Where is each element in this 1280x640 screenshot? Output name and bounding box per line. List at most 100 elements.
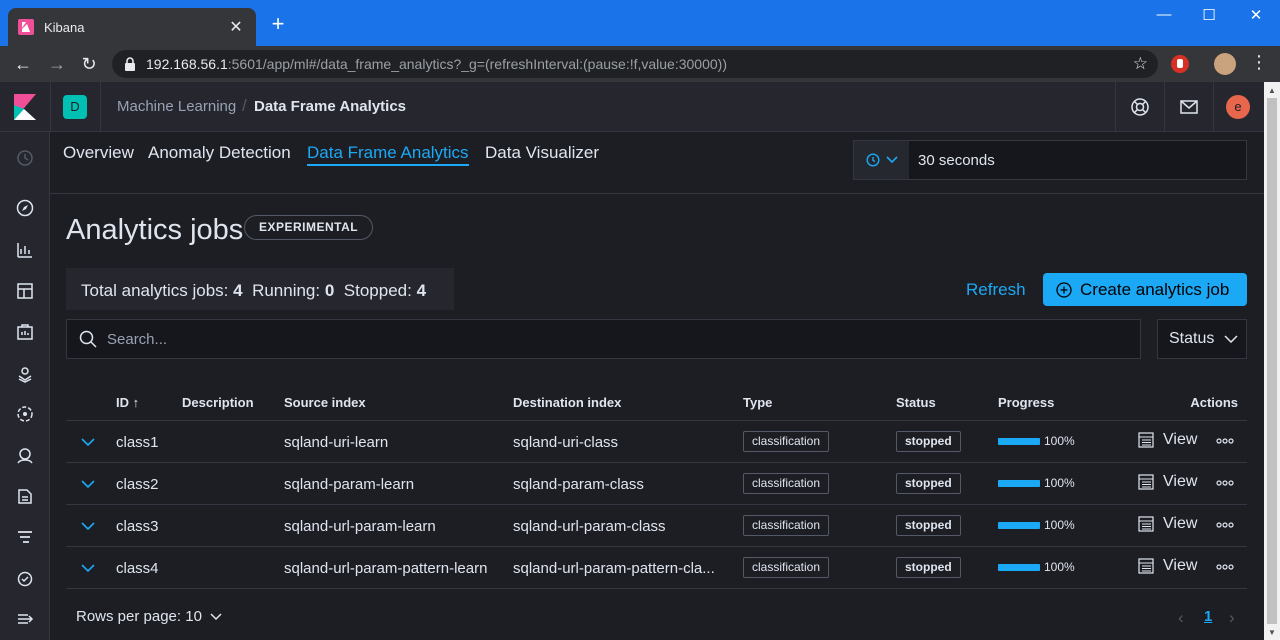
column-header-progress: Progress	[998, 395, 1055, 410]
profile-avatar[interactable]	[1214, 53, 1236, 75]
quick-menu-button[interactable]	[854, 141, 909, 179]
source-index: sqland-url-param-pattern-learn	[284, 560, 488, 577]
browser-tab[interactable]: Kibana ✕	[8, 8, 256, 46]
visualize-icon[interactable]	[15, 240, 35, 260]
search-input[interactable]	[107, 330, 1140, 348]
table-pagination: Rows per page: 10 ‹ 1 ›	[66, 600, 1247, 634]
column-header-status[interactable]: Status	[896, 395, 936, 410]
job-id[interactable]: class1	[116, 434, 159, 451]
view-label: View	[1163, 557, 1198, 574]
status-badge: stopped	[896, 557, 961, 578]
forward-arrow-icon[interactable]: →	[46, 53, 68, 75]
tab-anomaly-detection[interactable]: Anomaly Detection	[148, 143, 291, 163]
view-job-button[interactable]: View	[1138, 473, 1197, 491]
extension-icon[interactable]	[1170, 54, 1190, 74]
dashboard-icon[interactable]	[15, 281, 35, 301]
infrastructure-icon[interactable]	[15, 445, 35, 465]
newsfeed-mail-icon[interactable]	[1179, 97, 1199, 117]
view-job-button[interactable]: View	[1138, 431, 1197, 449]
space-avatar[interactable]: D	[63, 95, 87, 119]
view-job-button[interactable]: View	[1138, 515, 1197, 533]
column-header-description: Description	[182, 395, 254, 410]
destination-index: sqland-url-param-pattern-cla...	[513, 560, 715, 577]
page-scrollbar[interactable]: ▲ ▼	[1264, 82, 1280, 640]
maps-icon[interactable]	[15, 363, 35, 383]
progress-percent: 100%	[1044, 434, 1075, 448]
kibana-favicon-icon	[18, 19, 34, 35]
minimize-button[interactable]: —	[1149, 6, 1179, 23]
expand-row-chevron-icon[interactable]	[80, 434, 96, 450]
new-tab-button[interactable]: +	[266, 12, 290, 36]
user-avatar[interactable]: e	[1226, 95, 1250, 119]
job-id[interactable]: class3	[116, 518, 159, 535]
column-header-destination-index[interactable]: Destination index	[513, 395, 621, 410]
next-page-icon[interactable]: ›	[1229, 608, 1235, 628]
bookmark-star-icon[interactable]: ☆	[1133, 54, 1148, 74]
total-jobs-label: Total analytics jobs:	[81, 281, 229, 300]
tab-close-icon[interactable]: ✕	[226, 17, 246, 37]
source-index: sqland-url-param-learn	[284, 518, 436, 535]
machine-learning-icon[interactable]	[15, 404, 35, 424]
side-nav	[0, 132, 50, 640]
apm-icon[interactable]	[15, 527, 35, 547]
help-icon[interactable]	[1130, 97, 1150, 117]
type-badge: classification	[743, 515, 830, 536]
progress-bar	[998, 438, 1040, 445]
job-id[interactable]: class4	[116, 560, 159, 577]
breadcrumb-separator: /	[242, 96, 247, 115]
recent-clock-icon[interactable]	[15, 148, 35, 168]
view-job-button[interactable]: View	[1138, 557, 1197, 575]
analytics-jobs-table: ID ↑ Description Source index Destinatio…	[66, 384, 1247, 589]
type-badge: classification	[743, 431, 830, 452]
close-window-button[interactable]: ✕	[1241, 6, 1271, 24]
expand-row-chevron-icon[interactable]	[80, 560, 96, 576]
scroll-up-icon[interactable]: ▲	[1268, 86, 1276, 95]
more-actions-icon[interactable]	[1216, 559, 1234, 575]
running-label: Running:	[252, 281, 321, 300]
create-analytics-job-button[interactable]: Create analytics job	[1043, 273, 1247, 306]
destination-index: sqland-uri-class	[513, 434, 619, 451]
back-arrow-icon[interactable]: ←	[12, 53, 34, 75]
refresh-interval-text: 30 seconds	[918, 152, 995, 169]
search-field[interactable]	[66, 319, 1141, 359]
reload-icon[interactable]: ↻	[78, 53, 100, 75]
page-number-1[interactable]: 1	[1204, 608, 1212, 625]
expand-row-chevron-icon[interactable]	[80, 518, 96, 534]
column-header-id[interactable]: ID ↑	[116, 395, 139, 410]
browser-menu-icon[interactable]: ⋮	[1250, 52, 1268, 73]
table-row: class2 sqland-param-learn sqland-param-cla…	[66, 463, 1247, 505]
tab-overview[interactable]: Overview	[63, 143, 134, 163]
clock-icon	[865, 153, 880, 167]
more-actions-icon[interactable]	[1216, 433, 1234, 449]
expand-row-chevron-icon[interactable]	[80, 476, 96, 492]
more-actions-icon[interactable]	[1216, 475, 1234, 491]
status-badge: stopped	[896, 515, 961, 536]
rows-per-page-button[interactable]: Rows per page: 10	[76, 608, 222, 625]
canvas-icon[interactable]	[15, 322, 35, 342]
status-filter-button[interactable]: Status	[1157, 319, 1247, 359]
discover-compass-icon[interactable]	[15, 198, 35, 218]
address-bar[interactable]: 192.168.56.1:5601/app/ml#/data_frame_ana…	[112, 50, 1158, 78]
uptime-icon[interactable]	[15, 568, 35, 588]
scrollbar-thumb[interactable]	[1267, 98, 1277, 624]
job-stats-bar: Total analytics jobs: 4 Running: 0 Stopp…	[66, 268, 454, 310]
scroll-down-icon[interactable]: ▼	[1268, 628, 1276, 637]
kibana-logo-icon[interactable]	[14, 94, 36, 120]
collapse-nav-icon[interactable]	[15, 609, 35, 629]
chevron-down-icon	[885, 156, 898, 164]
more-actions-icon[interactable]	[1216, 517, 1234, 533]
browser-toolbar: ← → ↻ 192.168.56.1:5601/app/ml#/data_fra…	[0, 46, 1280, 82]
previous-page-icon[interactable]: ‹	[1178, 608, 1184, 628]
page-title: Analytics jobs	[66, 214, 244, 246]
tab-data-visualizer[interactable]: Data Visualizer	[485, 143, 599, 163]
column-header-source-index[interactable]: Source index	[284, 395, 366, 410]
job-id[interactable]: class2	[116, 476, 159, 493]
table-row: class1 sqland-uri-learn sqland-uri-class cl…	[66, 421, 1247, 463]
column-header-type[interactable]: Type	[743, 395, 772, 410]
refresh-link[interactable]: Refresh	[966, 280, 1026, 300]
tab-data-frame-analytics[interactable]: Data Frame Analytics	[307, 143, 469, 166]
status-badge: stopped	[896, 431, 961, 452]
logs-icon[interactable]	[15, 486, 35, 506]
breadcrumb-machine-learning[interactable]: Machine Learning	[117, 98, 236, 115]
maximize-button[interactable]: ☐	[1194, 6, 1224, 24]
